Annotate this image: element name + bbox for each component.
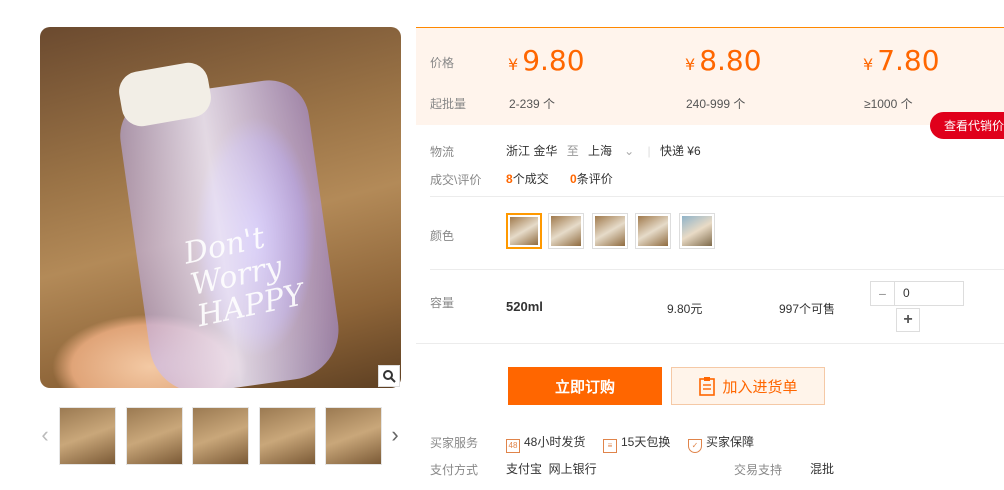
- add-to-cart-button[interactable]: 加入进货单: [671, 367, 825, 405]
- tier-range-2: 240-999 个: [686, 97, 746, 111]
- logistics-label: 物流: [430, 145, 455, 159]
- service-item: ✓ 买家保障: [688, 433, 754, 453]
- exchange-icon: ≡: [603, 439, 617, 453]
- magnifier-icon[interactable]: [378, 365, 400, 387]
- 48h-icon: 48: [506, 439, 520, 453]
- trade-label: 交易支持: [734, 463, 783, 477]
- divider: [430, 196, 1004, 197]
- spec-price: 9.80元: [667, 302, 703, 316]
- chevron-down-icon: ⌄: [624, 144, 635, 158]
- quantity-input[interactable]: 0: [895, 282, 963, 305]
- trade-value: 混批: [810, 462, 835, 476]
- thumbnail[interactable]: [259, 407, 316, 465]
- color-swatch[interactable]: [635, 213, 671, 249]
- chevron-right-icon[interactable]: ›: [388, 420, 402, 450]
- destination-select[interactable]: 上海 ⌄: [588, 144, 644, 158]
- tier-price-3: ¥7.80: [863, 44, 940, 77]
- color-label: 颜色: [430, 229, 455, 243]
- payment-methods: 支付宝 网上银行: [506, 462, 597, 476]
- shield-icon: ✓: [688, 439, 702, 453]
- payment-label: 支付方式: [430, 463, 479, 477]
- clipboard-icon: [699, 377, 716, 396]
- tier-price-1: ¥9.80: [508, 44, 585, 77]
- minus-button[interactable]: −: [871, 282, 895, 305]
- spec-stock: 997个可售: [779, 302, 836, 316]
- deals-label: 成交\评价: [430, 173, 482, 187]
- tier-range-3: ≥1000 个: [864, 97, 913, 111]
- thumbnail[interactable]: [192, 407, 249, 465]
- tier-price-2: ¥8.80: [685, 44, 762, 77]
- price-label: 价格: [430, 56, 455, 70]
- service-item: ≡ 15天包换: [603, 433, 670, 453]
- thumbnail[interactable]: [325, 407, 382, 465]
- logistics-route: 浙江 金华 至 上海 ⌄ | 快递 ¥6: [506, 144, 701, 158]
- color-swatch[interactable]: [506, 213, 542, 249]
- deals-stats: 8个成交 0条评价: [506, 172, 613, 186]
- thumbnail[interactable]: [59, 407, 116, 465]
- thumbnail[interactable]: [126, 407, 183, 465]
- capacity-label: 容量: [430, 296, 455, 310]
- moq-label: 起批量: [430, 97, 467, 111]
- capacity-spec: 520ml: [506, 299, 543, 314]
- color-swatch[interactable]: [592, 213, 628, 249]
- chevron-left-icon[interactable]: ‹: [38, 420, 52, 450]
- bottle-print: Don't Worry HAPPY: [180, 220, 308, 335]
- color-swatch[interactable]: [679, 213, 715, 249]
- plus-button[interactable]: +: [896, 308, 920, 332]
- divider: [430, 269, 1004, 270]
- quantity-stepper: − 0: [870, 281, 964, 306]
- product-main-image[interactable]: Don't Worry HAPPY: [40, 27, 401, 388]
- services-label: 买家服务: [430, 436, 479, 450]
- buy-now-button[interactable]: 立即订购: [508, 367, 662, 405]
- view-agent-price-button[interactable]: 查看代销价: [930, 112, 1004, 139]
- divider: [416, 343, 1004, 344]
- tier-range-1: 2-239 个: [509, 97, 556, 111]
- color-swatch[interactable]: [548, 213, 584, 249]
- service-item: 48 48小时发货: [506, 433, 585, 453]
